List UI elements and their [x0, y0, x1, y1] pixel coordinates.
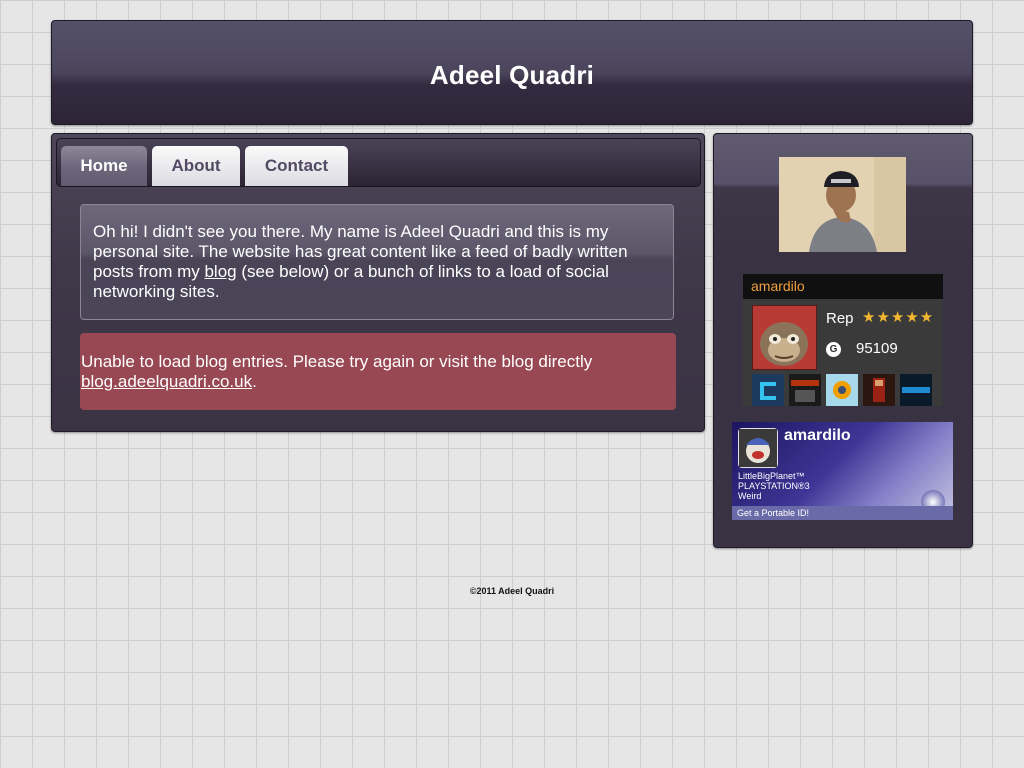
game-tile-1[interactable] — [752, 374, 784, 406]
psn-avatar-icon — [738, 428, 778, 468]
game-tile-5[interactable] — [900, 374, 932, 406]
game-tile-4[interactable] — [863, 374, 895, 406]
psn-current-game: LittleBigPlanet™ — [738, 471, 805, 481]
gamertag[interactable]: amardilo — [743, 274, 943, 299]
intro-box: Oh hi! I didn't see you there. My name i… — [80, 204, 674, 320]
blog-error-box: Unable to load blog entries. Please try … — [80, 333, 676, 410]
person-photo-icon — [779, 157, 906, 252]
site-title: Adeel Quadri — [429, 60, 595, 90]
psn-status: Weird — [738, 491, 762, 501]
error-message: Unable to load blog entries. Please try … — [81, 352, 593, 371]
psn-online-id: amardilo — [784, 427, 851, 444]
nav-tab-bar: Home About Contact — [56, 138, 701, 187]
tab-about[interactable]: About — [152, 146, 240, 186]
error-trailing: . — [252, 372, 257, 391]
tab-home[interactable]: Home — [61, 146, 147, 186]
blog-link[interactable]: blog — [204, 262, 236, 281]
copyright-footer: ©2011 Adeel Quadri — [469, 586, 555, 596]
tab-contact[interactable]: Contact — [245, 146, 348, 186]
game-tile-3[interactable] — [826, 374, 858, 406]
monkey-avatar-icon — [752, 305, 817, 370]
rep-label: Rep — [826, 310, 854, 327]
site-header: Adeel Quadri — [51, 20, 973, 125]
main-content-panel: Home About Contact Oh hi! I didn't see y… — [51, 133, 705, 432]
sidebar-panel: amardilo Rep ★★★★★ G 95109 amardilo Litt… — [713, 133, 973, 548]
profile-photo — [779, 157, 906, 252]
gamerscore-value: 95109 — [856, 340, 898, 357]
blog-url-link[interactable]: blog.adeelquadri.co.uk — [81, 372, 252, 391]
get-portable-id-link[interactable]: Get a Portable ID! — [732, 506, 953, 520]
psn-platform: PLAYSTATION®3 — [738, 481, 810, 491]
game-tile-2[interactable] — [789, 374, 821, 406]
xbox-gamercard[interactable]: amardilo Rep ★★★★★ G 95109 — [743, 274, 943, 406]
rep-stars-icon: ★★★★★ — [862, 309, 935, 326]
gamerscore-icon: G — [826, 342, 841, 357]
psn-portable-id-card[interactable]: amardilo LittleBigPlanet™ PLAYSTATION®3 … — [732, 422, 953, 520]
